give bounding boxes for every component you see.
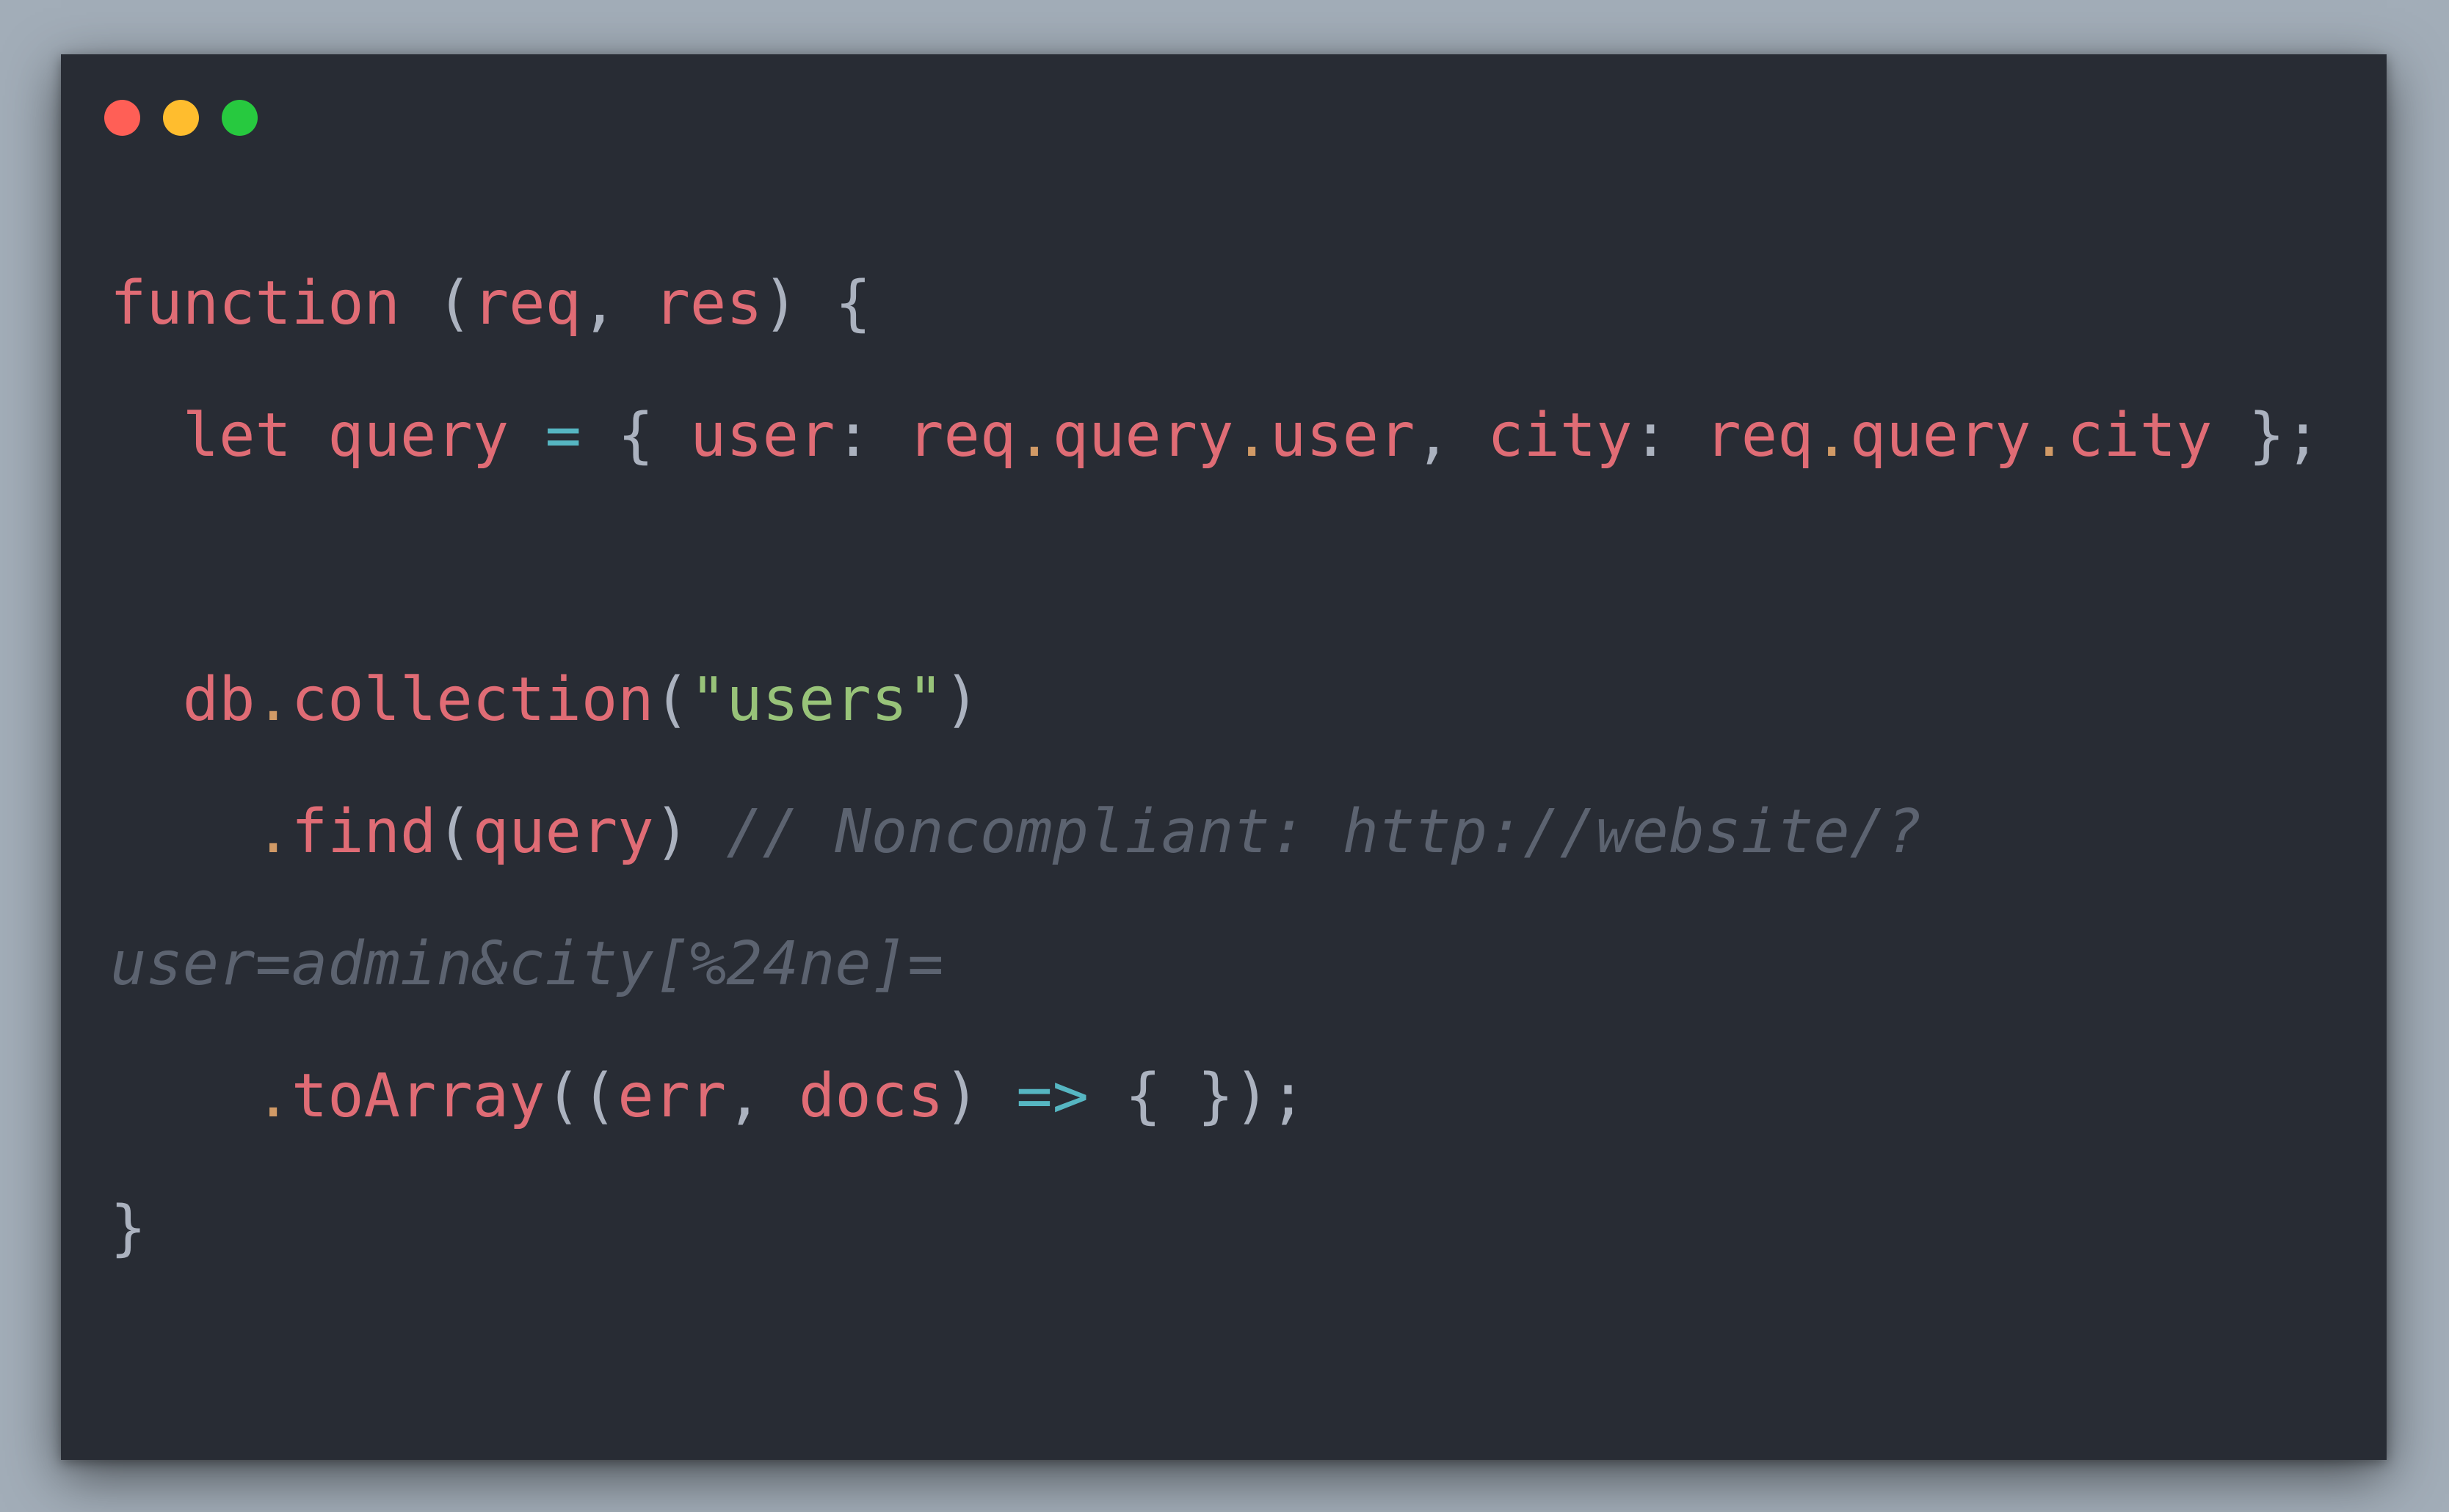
key-city: city — [1487, 401, 1633, 470]
string-users: "users" — [689, 665, 944, 735]
punctuation: { }); — [1089, 1061, 1307, 1131]
punctuation: ( — [399, 269, 473, 338]
punctuation: , — [726, 1061, 799, 1131]
code-line-7: .toArray((err, docs) => { }); — [110, 1031, 2321, 1163]
closing-brace: } — [110, 1193, 147, 1263]
keyword-let: let — [182, 401, 291, 470]
dot-operator: . — [2031, 401, 2068, 470]
identifier-req: req — [1705, 401, 1814, 470]
param-err: err — [617, 1061, 727, 1131]
punctuation: ) — [653, 797, 727, 867]
code-line-8: } — [110, 1163, 2321, 1295]
param-docs: docs — [799, 1061, 944, 1131]
code-line-6: user=admin&city[%24ne]= — [110, 898, 2321, 1031]
code-line-5: .find(query) // Noncompliant: http://web… — [110, 766, 2321, 898]
punctuation: }; — [2212, 401, 2321, 470]
punctuation: , — [1415, 401, 1488, 470]
comment: // Noncompliant: http://website/? — [726, 797, 1923, 867]
code-window: function (req, res) { let query = { user… — [61, 54, 2387, 1460]
identifier-query: query — [1849, 401, 2031, 470]
punctuation: : — [835, 401, 908, 470]
code-line-2: let query = { user: req.query.user, city… — [110, 370, 2321, 502]
identifier-query: query — [1052, 401, 1234, 470]
punctuation: , — [581, 269, 654, 338]
method-find: find — [291, 797, 437, 867]
punctuation: ) { — [762, 269, 871, 338]
method-toArray: toArray — [291, 1061, 545, 1131]
maximize-dot[interactable] — [222, 100, 258, 136]
param-res: res — [653, 269, 763, 338]
var-query: query — [327, 401, 509, 470]
punctuation: (( — [545, 1061, 618, 1131]
punctuation: : — [1632, 401, 1705, 470]
code-block: function (req, res) { let query = { user… — [110, 238, 2321, 1295]
dot-operator: . — [1016, 401, 1053, 470]
minimize-dot[interactable] — [163, 100, 199, 136]
operator-equals: = — [545, 401, 581, 470]
comment-continuation: user=admin&city[%24ne]= — [110, 929, 944, 999]
punctuation: { — [581, 401, 690, 470]
punctuation: ( — [436, 797, 473, 867]
identifier-req: req — [907, 401, 1017, 470]
dot-operator: . — [255, 1061, 291, 1131]
code-line-4: db.collection("users") — [110, 634, 2321, 766]
keyword-function: function — [110, 269, 400, 338]
identifier-db: db — [182, 665, 255, 735]
window-controls — [104, 100, 258, 136]
code-line-1: function (req, res) { — [110, 238, 2321, 370]
close-dot[interactable] — [104, 100, 140, 136]
identifier-user: user — [1269, 401, 1415, 470]
dot-operator: . — [1233, 401, 1270, 470]
identifier-city: city — [2067, 401, 2213, 470]
dot-operator: . — [1813, 401, 1850, 470]
param-req: req — [472, 269, 581, 338]
punctuation: ) — [943, 665, 980, 735]
dot-operator: . — [255, 665, 291, 735]
key-user: user — [689, 401, 835, 470]
method-collection: collection — [291, 665, 654, 735]
operator-arrow: => — [1016, 1061, 1089, 1131]
dot-operator: . — [255, 797, 291, 867]
punctuation: ) — [943, 1061, 1017, 1131]
punctuation: ( — [653, 665, 690, 735]
argument-query: query — [472, 797, 654, 867]
code-line-3-blank — [110, 502, 2321, 634]
